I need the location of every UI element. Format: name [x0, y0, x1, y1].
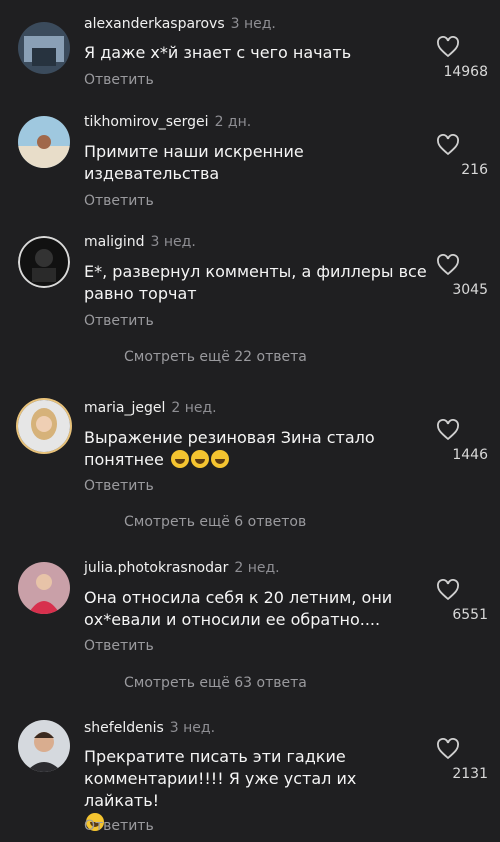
- avatar[interactable]: [18, 562, 70, 614]
- like-button[interactable]: [424, 36, 472, 58]
- like-count: 1446: [452, 447, 488, 463]
- laughing-emoji-icon: [210, 450, 229, 468]
- reply-button[interactable]: Ответить: [84, 193, 154, 209]
- like-button[interactable]: [424, 738, 472, 760]
- avatar[interactable]: [18, 116, 70, 168]
- view-more-replies[interactable]: Смотреть ещё 63 ответа: [124, 675, 307, 691]
- view-more-replies[interactable]: Смотреть ещё 6 ответов: [124, 514, 306, 530]
- laughing-emoji-icon: [170, 450, 189, 468]
- username[interactable]: tikhomirov_sergei: [84, 114, 209, 130]
- username[interactable]: shefeldenis: [84, 720, 164, 736]
- reply-button[interactable]: Ответить: [84, 313, 154, 329]
- reply-button[interactable]: Ответить: [84, 638, 154, 654]
- heart-outline-icon: [437, 419, 459, 441]
- view-more-replies[interactable]: Смотреть ещё 22 ответа: [124, 349, 307, 365]
- heart-outline-icon: [437, 738, 459, 760]
- username[interactable]: maria_jegel: [84, 400, 165, 416]
- reply-button[interactable]: Ответить: [84, 72, 154, 88]
- like-count: 6551: [452, 607, 488, 623]
- comment-header: maria_jegel 2 нед.: [84, 400, 217, 416]
- username[interactable]: maligind: [84, 234, 145, 250]
- comment-text: Е*, развернул комменты, а филлеры все ра…: [84, 262, 427, 303]
- avatar[interactable]: [18, 720, 70, 772]
- like-button[interactable]: [424, 134, 472, 156]
- like-count: 216: [461, 162, 488, 178]
- comment-text-body: Выражение резиновая Зина стало понятнее: [84, 428, 375, 469]
- comment-header: tikhomirov_sergei 2 дн.: [84, 114, 251, 130]
- timestamp: 2 дн.: [214, 114, 252, 130]
- avatar[interactable]: [18, 400, 70, 452]
- like-count: 2131: [452, 766, 488, 782]
- comment-text-body: Прекратите писать эти гадкие комментарии…: [84, 747, 357, 810]
- reply-button[interactable]: Ответить: [84, 478, 154, 494]
- avatar[interactable]: [18, 236, 70, 288]
- heart-outline-icon: [437, 254, 459, 276]
- comment-header: maligind 3 нед.: [84, 234, 196, 250]
- laughing-emoji-icon: [190, 450, 209, 468]
- comment-header: shefeldenis 3 нед.: [84, 720, 215, 736]
- comment-text: Выражение резиновая Зина стало понятнее: [84, 427, 384, 471]
- comment-text: Она относила себя к 20 летним, они ох*ев…: [84, 588, 393, 629]
- timestamp: 2 нед.: [234, 560, 280, 576]
- reply-button[interactable]: Ответить: [84, 818, 154, 834]
- username[interactable]: julia.photokrasnodar: [84, 560, 228, 576]
- username[interactable]: alexanderkasparovs: [84, 16, 225, 32]
- heart-outline-icon: [437, 36, 459, 58]
- comment-text: Примите наши искренние издевательства: [84, 142, 304, 183]
- timestamp: 3 нед.: [169, 720, 216, 736]
- timestamp: 3 нед.: [230, 16, 276, 32]
- heart-outline-icon: [437, 134, 459, 156]
- comment-header: alexanderkasparovs 3 нед.: [84, 16, 276, 32]
- like-count: 3045: [452, 282, 488, 298]
- comment-text: Я даже х*й знает с чего начать: [84, 43, 352, 62]
- like-button[interactable]: [424, 579, 472, 601]
- like-button[interactable]: [424, 419, 472, 441]
- timestamp: 2 нед.: [171, 400, 217, 416]
- timestamp: 3 нед.: [150, 234, 196, 250]
- avatar[interactable]: [18, 22, 70, 74]
- like-button[interactable]: [424, 254, 472, 276]
- like-count: 14968: [443, 64, 488, 80]
- heart-outline-icon: [437, 579, 459, 601]
- comment-header: julia.photokrasnodar 2 нед.: [84, 560, 280, 576]
